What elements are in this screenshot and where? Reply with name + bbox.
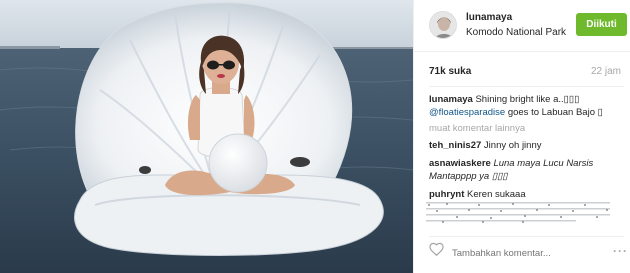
comment-text: Jinny oh jinny [483,140,542,151]
more-options-icon[interactable]: ··· [613,244,628,258]
caption-mention[interactable]: @floatiesparadise [429,107,505,118]
avatar[interactable] [429,11,457,39]
list-item: asnawiaskere Luna maya Lucu Narsis Manta… [429,157,619,183]
comment-author[interactable]: asnawiaskere [429,158,491,169]
redacted-comment [426,202,610,223]
avatar-image [430,12,456,38]
likes-count[interactable]: 71k suka [429,66,471,77]
comment-author[interactable]: puhrynt [429,189,464,200]
caption-author[interactable]: lunamaya [429,94,473,105]
load-more-comments-link[interactable]: muat komentar lainnya [429,122,525,135]
header-username[interactable]: lunamaya [466,12,512,23]
caption-text: Shining bright like a..▯▯▯ [475,94,580,105]
heart-icon[interactable] [429,242,444,256]
header-location[interactable]: Komodo National Park [466,27,566,38]
caption-text-2: goes to Labuan Bajo ▯ [507,107,603,118]
comment-author[interactable]: teh_ninis27 [429,140,481,151]
post-sidebar: lunamaya Komodo National Park Diikuti 71… [413,0,630,273]
divider [429,86,624,87]
post-photo[interactable] [0,0,413,273]
post-time[interactable]: 22 jam [591,66,621,77]
comment-text: Keren sukaaa [467,189,526,200]
add-comment-input[interactable] [452,246,592,260]
follow-button[interactable]: Diikuti [576,13,627,36]
photo-illustration [0,0,413,273]
caption: lunamaya Shining bright like a..▯▯▯ @flo… [429,93,629,119]
list-item: teh_ninis27 Jinny oh jinny [429,139,541,152]
footer-divider [429,236,624,237]
instagram-post: lunamaya Komodo National Park Diikuti 71… [0,0,630,273]
post-header: lunamaya Komodo National Park Diikuti [414,0,630,52]
